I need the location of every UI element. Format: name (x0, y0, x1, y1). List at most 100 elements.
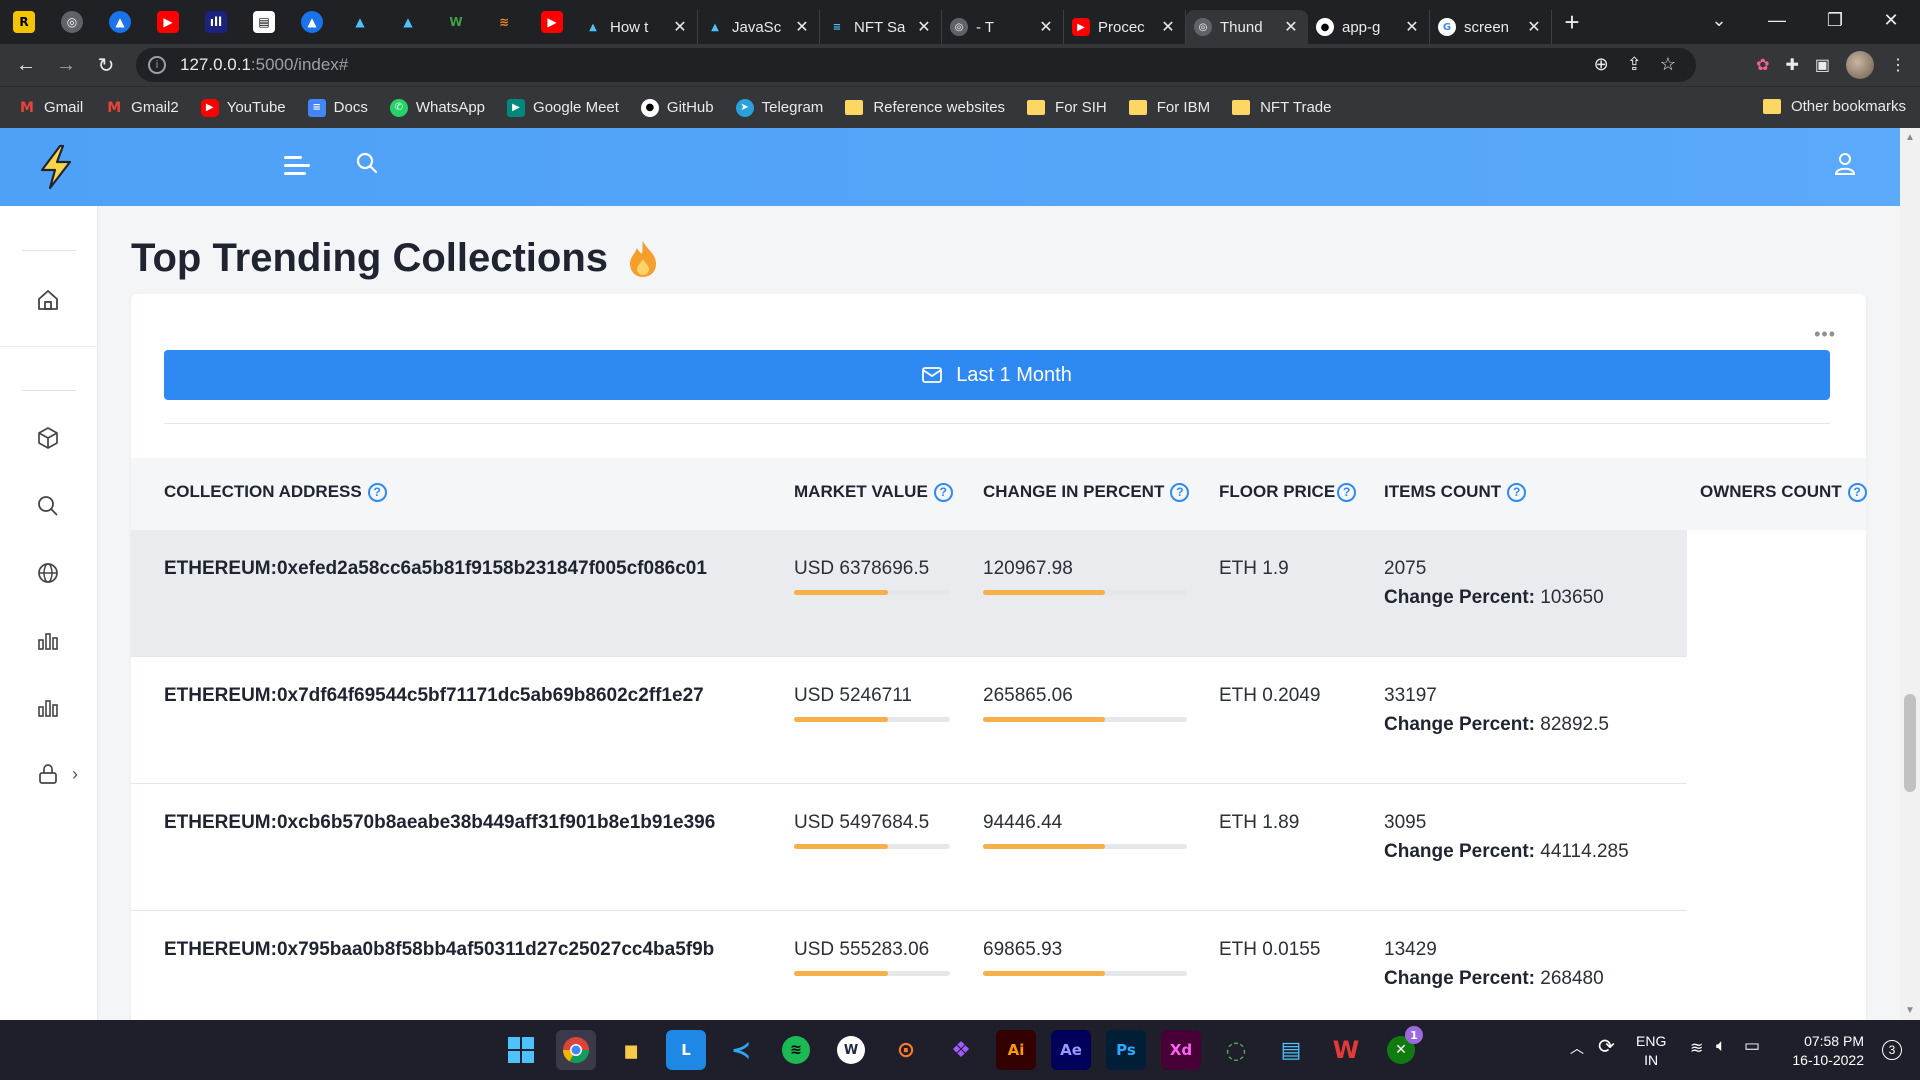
bookmark-youtube[interactable]: ▶ YouTube (200, 98, 286, 117)
back-icon[interactable]: ← (6, 47, 46, 83)
close-icon[interactable]: ✕ (671, 17, 689, 37)
windows-start-icon[interactable] (501, 1030, 541, 1070)
bookmark-whatsapp[interactable]: ✆ WhatsApp (389, 98, 485, 117)
tab-pinned-2[interactable]: ◎ (48, 0, 96, 44)
window-close-icon[interactable]: ✕ (1862, 0, 1920, 40)
xbox-icon[interactable]: ✕ 1 (1381, 1026, 1423, 1070)
bookmark-folder-sih[interactable]: For SIH (1027, 99, 1107, 116)
tab-7[interactable]: Gscreen ✕ (1430, 10, 1552, 44)
search-icon[interactable] (36, 494, 60, 518)
menu-toggle-icon[interactable] (284, 156, 310, 178)
bookmark-folder-nft[interactable]: NFT Trade (1232, 99, 1332, 116)
tab-4[interactable]: ▶ Procec ✕ (1064, 10, 1186, 44)
language-indicator[interactable]: ENG IN (1636, 1032, 1666, 1070)
lightning-logo-icon[interactable] (38, 144, 74, 190)
close-icon[interactable]: ✕ (1403, 17, 1421, 37)
notepad-icon[interactable]: ▤ (1271, 1030, 1311, 1070)
figma-icon[interactable]: ❖ (941, 1030, 981, 1070)
notification-center-icon[interactable]: 3 (1882, 1040, 1902, 1060)
illustrator-icon[interactable]: Ai (996, 1030, 1036, 1070)
loader-app-icon[interactable]: ◌ (1216, 1030, 1256, 1070)
help-icon[interactable]: ? (1847, 482, 1867, 502)
bookmark-star-icon[interactable]: ☆ (1660, 54, 1676, 75)
globe-icon[interactable] (36, 561, 60, 585)
tab-pinned-10[interactable]: W (432, 0, 480, 44)
close-icon[interactable]: ✕ (1525, 17, 1543, 37)
chevron-right-icon[interactable]: › (72, 764, 78, 785)
w-app-icon[interactable]: W (831, 1030, 871, 1070)
tab-pinned-9[interactable]: ▲ (384, 0, 432, 44)
close-icon[interactable]: ✕ (1159, 17, 1177, 37)
share-icon[interactable]: ⇪ (1627, 54, 1642, 75)
table-row[interactable]: ETHEREUM:0x795baa0b8f58bb4af50311d27c250… (131, 911, 1687, 1020)
tab-2[interactable]: ≡ NFT Sa ✕ (820, 10, 942, 44)
close-icon[interactable]: ✕ (1282, 17, 1300, 37)
tab-6[interactable]: ● app-g ✕ (1308, 10, 1430, 44)
other-bookmarks[interactable]: Other bookmarks (1762, 98, 1906, 115)
wps-office-icon[interactable]: W (1326, 1030, 1366, 1070)
new-tab-button[interactable]: + (1552, 7, 1592, 38)
bookmark-telegram[interactable]: ➤ Telegram (735, 98, 823, 117)
scroll-down-icon[interactable]: ▼ (1905, 1005, 1915, 1016)
reload-icon[interactable]: ↻ (86, 47, 126, 83)
bookmark-github[interactable]: ● GitHub (640, 98, 714, 117)
file-explorer-icon[interactable]: ▆ (611, 1030, 651, 1070)
time-filter-button[interactable]: Last 1 Month (164, 350, 1830, 400)
tab-pinned-8[interactable]: ▲ (336, 0, 384, 44)
chrome-icon[interactable] (556, 1030, 596, 1070)
lock-icon[interactable] (36, 762, 60, 786)
tab-pinned-5[interactable]: ıll (192, 0, 240, 44)
table-row[interactable]: ETHEREUM:0xcb6b570b8aeabe38b449aff31f901… (131, 784, 1687, 911)
tab-0[interactable]: ▲ How t ✕ (576, 10, 698, 44)
bookmark-gmail2[interactable]: M Gmail2 (105, 99, 178, 117)
bookmark-docs[interactable]: ≡ Docs (307, 98, 368, 117)
spotify-icon[interactable]: ≋ (776, 1030, 816, 1070)
chrome-menu-icon[interactable]: ⋮ (1890, 55, 1906, 75)
bookmark-google-meet[interactable]: ▶ Google Meet (507, 98, 619, 117)
restore-icon[interactable]: ❐ (1806, 0, 1864, 40)
volume-icon[interactable]: 🔈︎ (1716, 1036, 1726, 1056)
help-icon[interactable]: ? (1507, 482, 1527, 502)
tray-chevron-icon[interactable]: ︿ (1570, 1038, 1584, 1058)
page-scrollbar[interactable]: ▲ ▼ (1900, 128, 1920, 1020)
bar-chart-icon[interactable] (36, 628, 60, 652)
more-options-icon[interactable]: ••• (1814, 324, 1836, 345)
tab-3[interactable]: ◎ - T ✕ (942, 10, 1064, 44)
tab-pinned-6[interactable]: ▤ (240, 0, 288, 44)
tab-pinned-4[interactable]: ▶ (144, 0, 192, 44)
tab-search-icon[interactable]: ⌄ (1690, 0, 1748, 40)
help-icon[interactable]: ? (367, 482, 387, 502)
tab-pinned-12[interactable]: ▶ (528, 0, 576, 44)
sync-icon[interactable]: ⟳ (1598, 1034, 1615, 1059)
bar-chart-icon[interactable] (36, 695, 60, 719)
help-icon[interactable]: ? (1337, 482, 1357, 502)
tab-5-active[interactable]: ◎ Thund ✕ (1186, 10, 1308, 44)
bookmark-folder-reference[interactable]: Reference websites (845, 99, 1005, 116)
battery-icon[interactable]: ▭ (1744, 1036, 1760, 1056)
close-icon[interactable]: ✕ (915, 17, 933, 37)
minimize-icon[interactable]: — (1748, 0, 1806, 40)
extension-icon[interactable]: ✿ (1756, 55, 1769, 75)
cube-icon[interactable] (36, 426, 60, 450)
zoom-icon[interactable]: ⊕ (1594, 54, 1609, 75)
search-icon[interactable] (356, 152, 378, 174)
bookmark-gmail[interactable]: M Gmail (18, 99, 83, 117)
user-icon[interactable] (1834, 152, 1856, 176)
address-bar[interactable]: i 127.0.0.1:5000/index# ⊕ ⇪ ☆ (136, 48, 1696, 82)
puzzle-icon[interactable]: ✚ (1785, 55, 1798, 75)
help-icon[interactable]: ? (933, 482, 953, 502)
xd-icon[interactable]: Xd (1161, 1030, 1201, 1070)
home-icon[interactable] (36, 288, 60, 312)
bookmark-folder-ibm[interactable]: For IBM (1128, 99, 1210, 116)
vscode-icon[interactable]: ≺ (721, 1030, 761, 1070)
side-panel-icon[interactable]: ▣ (1815, 55, 1830, 75)
photoshop-icon[interactable]: Ps (1106, 1030, 1146, 1070)
table-row[interactable]: ETHEREUM:0x7df64f69544c5bf71171dc5ab69b8… (131, 657, 1687, 784)
scroll-thumb[interactable] (1904, 694, 1916, 792)
wifi-icon[interactable]: ≋ (1690, 1038, 1703, 1058)
profile-avatar[interactable] (1846, 51, 1874, 79)
table-row[interactable]: ETHEREUM:0xefed2a58cc6a5b81f9158b231847f… (131, 530, 1687, 657)
tab-pinned-11[interactable]: ≋ (480, 0, 528, 44)
close-icon[interactable]: ✕ (1037, 17, 1055, 37)
scroll-up-icon[interactable]: ▲ (1905, 132, 1915, 143)
